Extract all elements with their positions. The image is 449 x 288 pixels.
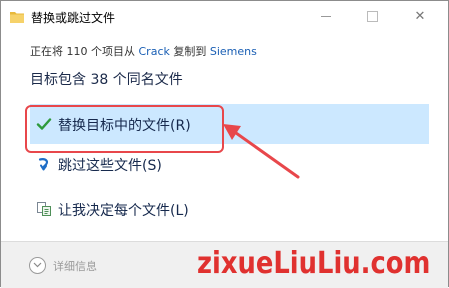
folder-icon bbox=[9, 9, 25, 23]
details-toggle-label[interactable]: 详细信息 bbox=[53, 258, 97, 274]
close-icon: ✕ bbox=[414, 8, 426, 24]
conflict-heading: 目标包含 38 个同名文件 bbox=[30, 72, 183, 88]
decide-each-file-label: 让我决定每个文件(L) bbox=[58, 203, 189, 219]
file-compare-icon bbox=[36, 201, 52, 217]
replace-or-skip-dialog: 替换或跳过文件 ✕ 正在将 110 个项目从 Crack 复制到 Siemens… bbox=[0, 0, 449, 288]
source-folder-link[interactable]: Crack bbox=[139, 45, 170, 58]
watermark-text: zixueLiuLiu.com bbox=[197, 246, 431, 281]
copy-info-middle: 复制到 bbox=[173, 45, 207, 58]
copy-info-prefix: 正在将 110 个项目从 bbox=[30, 45, 135, 58]
skip-arrow-icon bbox=[36, 156, 52, 172]
maximize-button[interactable] bbox=[349, 1, 395, 31]
skip-files-label: 跳过这些文件(S) bbox=[58, 158, 162, 174]
chevron-down-icon[interactable] bbox=[29, 257, 46, 274]
decide-each-file-option[interactable]: 让我决定每个文件(L) bbox=[30, 189, 429, 229]
window-title: 替换或跳过文件 bbox=[31, 11, 116, 25]
minimize-button[interactable] bbox=[303, 1, 349, 31]
close-button[interactable]: ✕ bbox=[397, 1, 443, 31]
copy-info: 正在将 110 个项目从 Crack 复制到 Siemens bbox=[30, 43, 257, 59]
title-bar[interactable]: 替换或跳过文件 ✕ bbox=[1, 1, 448, 33]
destination-folder-link[interactable]: Siemens bbox=[210, 45, 257, 58]
annotation-highlight-box bbox=[25, 105, 224, 153]
